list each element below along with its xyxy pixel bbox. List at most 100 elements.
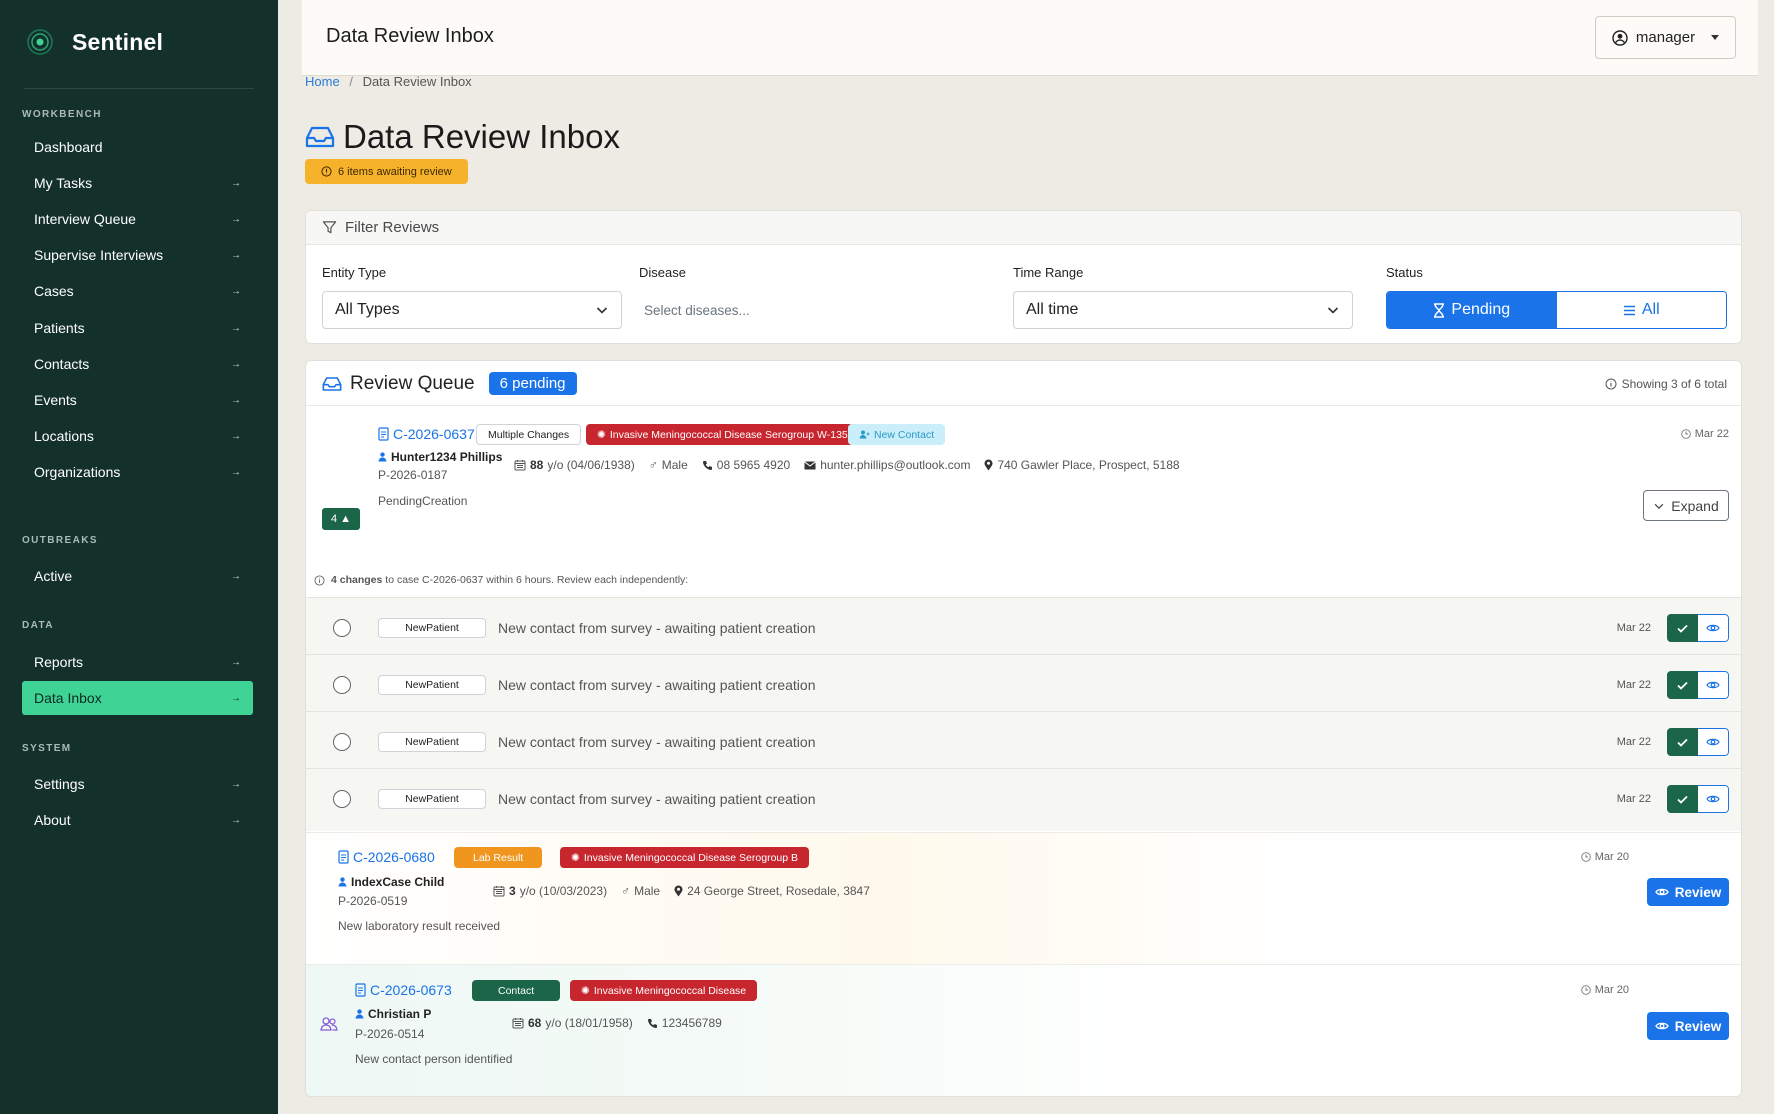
sidebar-item-supervise-interviews[interactable]: Supervise Interviews → [22,238,253,272]
case-link[interactable]: C-2026-0637 [378,426,475,442]
sidebar-item-data-inbox[interactable]: Data Inbox → [22,681,253,715]
select-radio[interactable] [333,619,351,637]
brand[interactable]: Sentinel [26,28,163,56]
sidebar-item-label: Data Inbox [34,690,102,706]
sidebar-item-my-tasks[interactable]: My Tasks → [22,166,253,200]
sidebar-item-events[interactable]: Events → [22,383,253,417]
status-all-button[interactable]: All [1556,292,1726,328]
phone-field: 123456789 [647,1016,722,1030]
sidebar-item-contacts[interactable]: Contacts → [22,347,253,381]
user-circle-icon [1612,29,1628,46]
patient-name[interactable]: Christian P [355,1007,431,1021]
case-link[interactable]: C-2026-0673 [355,982,452,998]
approve-button[interactable] [1667,614,1698,642]
sidebar-item-label: About [34,812,71,828]
user-menu-button[interactable]: manager [1595,16,1736,59]
showing-count-text: Showing 3 of 6 total [1621,377,1727,391]
phone-text: 08 5965 4920 [716,458,791,472]
sidebar-item-cases[interactable]: Cases → [22,274,253,308]
new-contact-tag-text: New Contact [874,428,935,441]
item-date-text: Mar 20 [1594,851,1629,863]
chevron-down-icon [1653,500,1665,512]
awaiting-review-text: 6 items awaiting review [338,165,452,178]
select-radio[interactable] [333,790,351,808]
sidebar-item-interview-queue[interactable]: Interview Queue → [22,202,253,236]
approve-button[interactable] [1667,728,1698,756]
change-type-tag: NewPatient [378,618,486,638]
arrow-right-icon: → [231,656,241,668]
filter-icon [322,220,337,235]
age-years: 88 [530,458,544,472]
sex-field: ♂ Male [621,884,660,898]
disease-tag: ✺ Invasive Meningococcal Disease [570,980,758,1001]
change-description: New contact from survey - awaiting patie… [498,677,816,693]
item-date-text: Mar 22 [1694,428,1729,440]
approve-button[interactable] [1667,671,1698,699]
view-button[interactable] [1698,614,1729,642]
patient-name[interactable]: IndexCase Child [338,875,444,889]
review-button[interactable]: Review [1647,878,1729,906]
person-icon [378,452,387,462]
time-range-select[interactable]: All time [1013,291,1353,329]
entity-type-select[interactable]: All Types [322,291,622,329]
info-circle-icon [314,574,325,586]
sidebar-item-dashboard[interactable]: Dashboard [22,130,253,164]
approve-button[interactable] [1667,785,1698,813]
arrow-right-icon: → [231,692,241,704]
review-queue-title-text: Review Queue [350,372,475,394]
case-link[interactable]: C-2026-0680 [338,849,435,865]
clock-icon [1580,985,1591,995]
item-date: Mar 22 [1680,428,1729,440]
showing-count: Showing 3 of 6 total [1605,377,1727,391]
status-pending-button[interactable]: Pending [1387,292,1557,328]
sidebar-item-organizations[interactable]: Organizations → [22,455,253,489]
status-all-label: All [1641,301,1660,318]
select-radio[interactable] [333,733,351,751]
eye-icon [1654,1021,1669,1031]
view-button[interactable] [1698,671,1729,699]
section-title-data: DATA [22,620,54,631]
select-radio[interactable] [333,676,351,694]
change-count-badge[interactable]: 4 ▲ [322,508,360,530]
sidebar-item-label: Settings [34,776,85,792]
breadcrumb-home-link[interactable]: Home [305,74,340,89]
sidebar-item-patients[interactable]: Patients → [22,311,253,345]
item-date: Mar 20 [1580,984,1629,996]
sidebar-item-label: Contacts [34,356,90,372]
review-button[interactable]: Review [1647,1012,1729,1040]
sidebar-item-about[interactable]: About → [22,803,253,837]
age-field: 3 y/o (10/03/2023) [493,884,607,898]
check-icon [1677,624,1688,633]
expand-button[interactable]: Expand [1643,490,1729,521]
sidebar-item-label: Locations [34,428,94,444]
time-range-label: Time Range [1013,265,1084,280]
chevron-down-icon [595,303,609,317]
phone-icon [702,460,713,471]
male-icon: ♂ [621,884,631,898]
sidebar-item-reports[interactable]: Reports → [22,645,253,679]
patient-name[interactable]: Hunter1234 Phillips [378,450,502,464]
phone-text: 123456789 [661,1016,722,1030]
disease-multiselect[interactable]: Select diseases... [639,291,969,329]
sidebar-item-label: Cases [34,283,74,299]
sidebar-item-active[interactable]: Active → [22,559,253,593]
sidebar-item-label: Patients [34,320,85,336]
status-toggle: Pending All [1386,291,1727,329]
view-button[interactable] [1698,728,1729,756]
age-dob: y/o (10/03/2023) [519,884,608,898]
sub-change-row: NewPatient New contact from survey - awa… [306,711,1741,768]
sidebar-item-label: Events [34,392,77,408]
sidebar-item-label: Reports [34,654,84,670]
sidebar-item-locations[interactable]: Locations → [22,419,253,453]
item-date-text: Mar 20 [1594,984,1629,996]
sidebar-item-settings[interactable]: Settings → [22,767,253,801]
filter-card: Filter Reviews Entity Type All Types Dis… [305,210,1742,344]
disease-tag-text: Invasive Meningococcal Disease Serogroup… [583,851,799,864]
people-icon [320,1017,338,1031]
envelope-icon [804,460,816,470]
sub-change-row: NewPatient New contact from survey - awa… [306,654,1741,711]
email-text: hunter.phillips@outlook.com [820,458,971,472]
entity-type-label: Entity Type [322,265,387,280]
view-button[interactable] [1698,785,1729,813]
filter-header: Filter Reviews [306,211,1741,245]
